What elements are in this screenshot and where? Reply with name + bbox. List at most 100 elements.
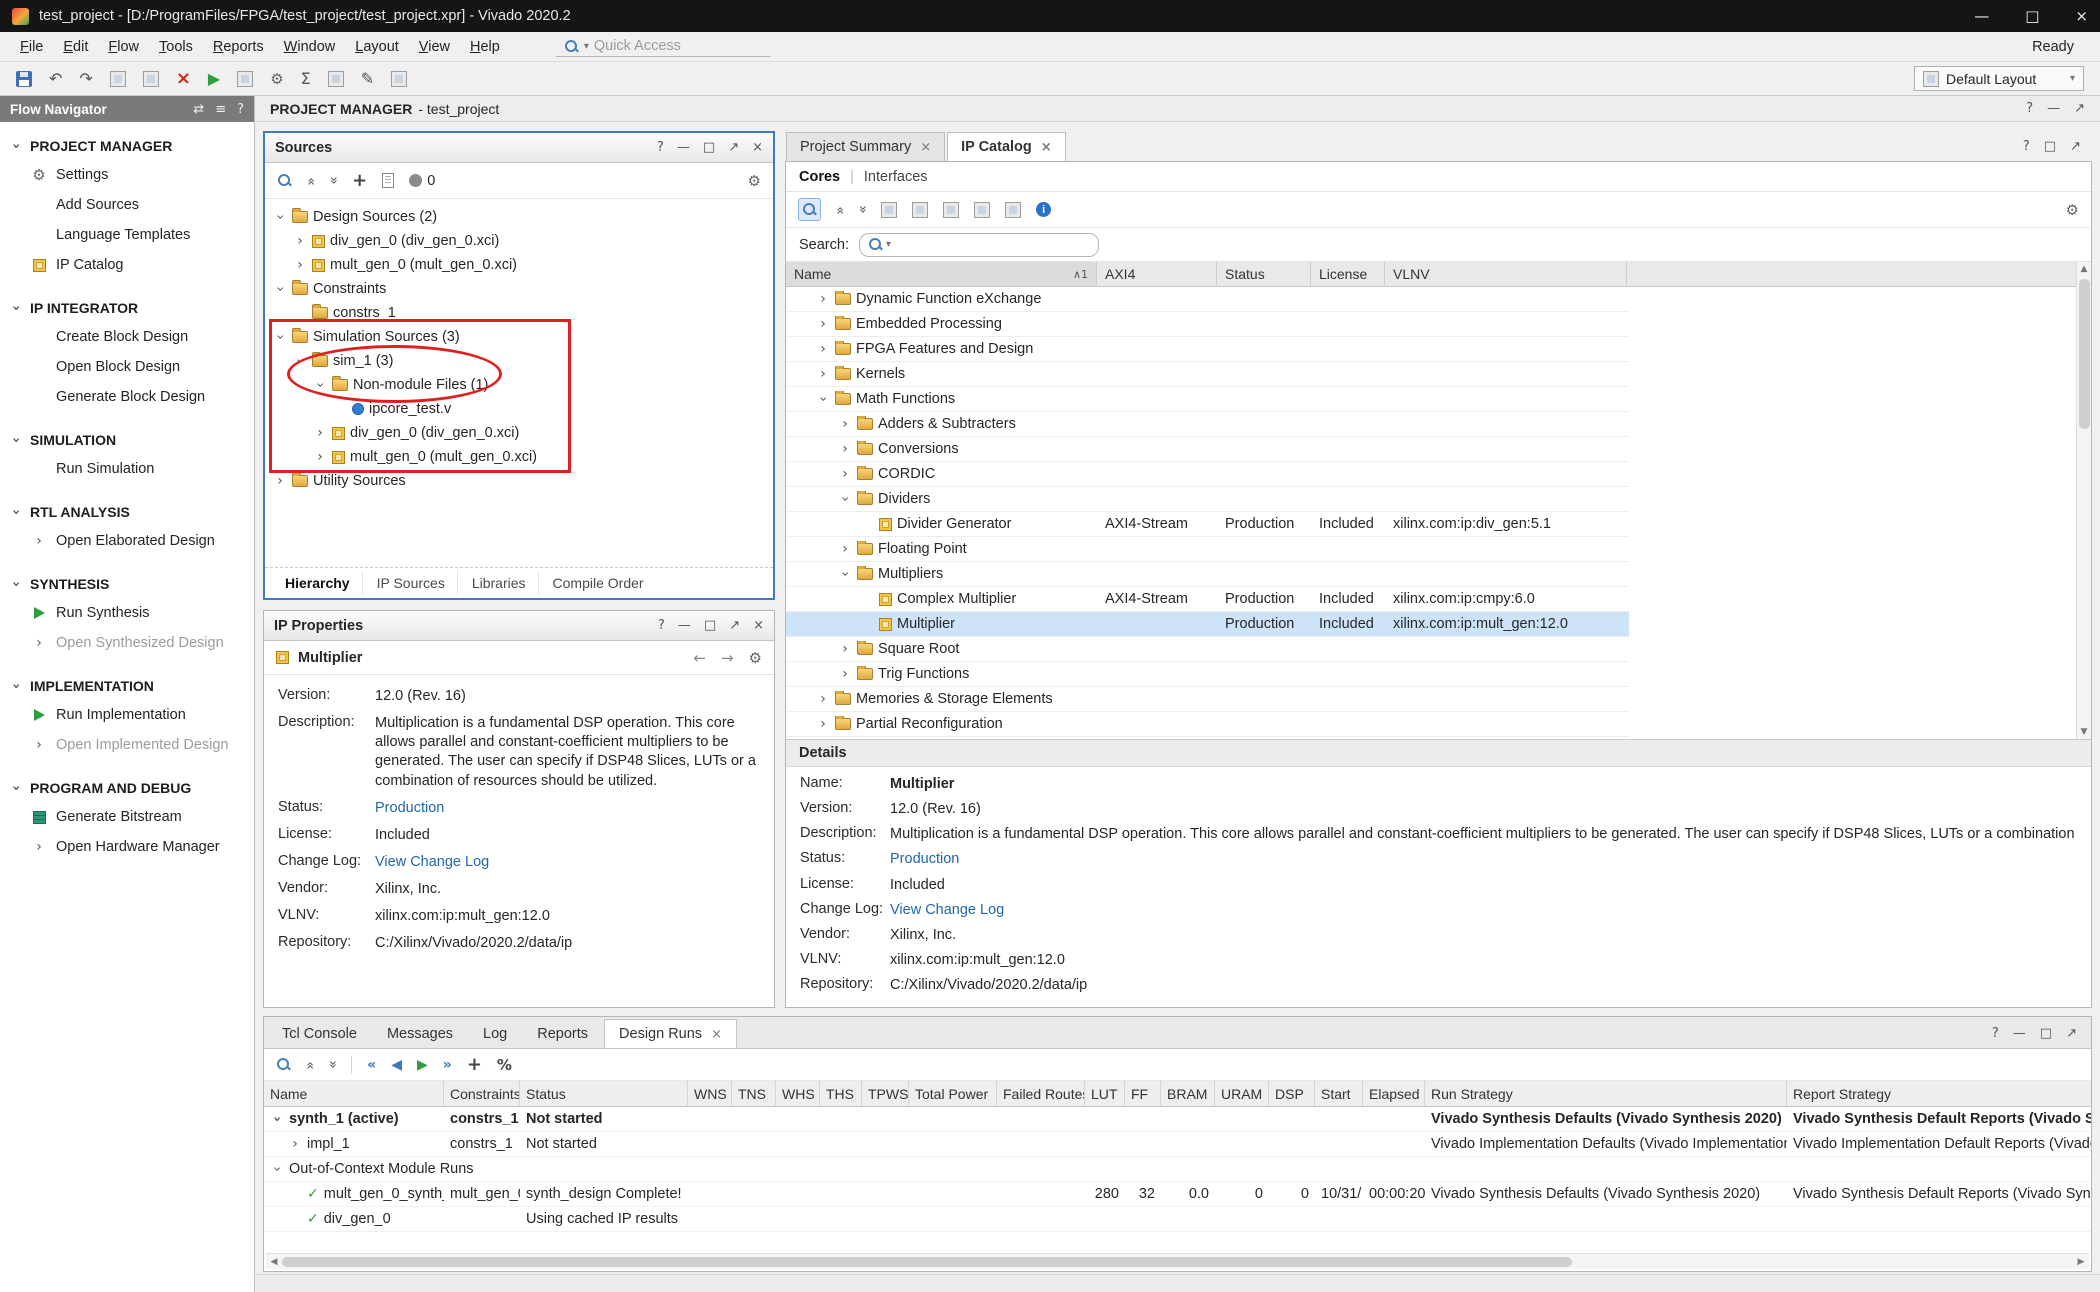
fn-section-header-synthesis[interactable]: ›SYNTHESIS	[0, 569, 254, 598]
expand-toggle-icon[interactable]: ›	[272, 330, 288, 344]
collapse-all-icon[interactable]: «	[302, 1061, 318, 1069]
tab-ip-catalog[interactable]: IP Catalog×	[947, 132, 1066, 161]
fn-item-create-block-design[interactable]: Create Block Design	[0, 322, 254, 352]
fn-section-header-ip-integrator[interactable]: ›IP INTEGRATOR	[0, 293, 254, 322]
minimize-icon[interactable]: —	[677, 140, 690, 155]
tab-libraries[interactable]: Libraries	[460, 571, 539, 595]
maximize-icon[interactable]: □	[2040, 1026, 2052, 1041]
expand-toggle-icon[interactable]: ›	[292, 354, 308, 368]
scroll-up-icon[interactable]: ▲	[2081, 262, 2088, 276]
expand-toggle-icon[interactable]: ›	[8, 301, 24, 315]
fn-item-run-simulation[interactable]: Run Simulation	[0, 454, 254, 484]
column-header-total-power[interactable]: Total Power	[909, 1081, 997, 1106]
minimize-button[interactable]: —	[1974, 7, 1989, 25]
expand-toggle-icon[interactable]: ›	[816, 716, 830, 732]
tree-node-design-sources-2[interactable]: ›Design Sources (2)	[265, 205, 773, 229]
expand-toggle-icon[interactable]: ›	[32, 635, 46, 651]
expand-toggle-icon[interactable]: ›	[837, 567, 853, 581]
minimize-icon[interactable]: —	[2013, 1026, 2026, 1041]
tree-node-div-gen-0-div-gen-0-xci[interactable]: ›div_gen_0 (div_gen_0.xci)	[265, 229, 773, 253]
edit-icon[interactable]: ✎	[361, 69, 374, 88]
expand-all-icon[interactable]: «	[325, 177, 341, 185]
menu-reports[interactable]: Reports	[203, 36, 274, 58]
tab-messages[interactable]: Messages	[373, 1019, 467, 1048]
maximize-button[interactable]: □	[2025, 7, 2039, 25]
fn-item-run-synthesis[interactable]: Run Synthesis	[0, 598, 254, 628]
menu-view[interactable]: View	[409, 36, 460, 58]
expand-toggle-icon[interactable]: ›	[272, 210, 288, 224]
fn-item-open-synthesized-design[interactable]: ›Open Synthesized Design	[0, 628, 254, 658]
run-row-div-gen-0[interactable]: ✓div_gen_0Using cached IP results	[264, 1207, 2091, 1232]
tab-ip-sources[interactable]: IP Sources	[365, 571, 458, 595]
column-header-ff[interactable]: FF	[1125, 1081, 1161, 1106]
expand-toggle-icon[interactable]: ›	[816, 316, 830, 332]
menu-tools[interactable]: Tools	[149, 36, 203, 58]
close-button[interactable]: ×	[2075, 7, 2088, 25]
gear-icon[interactable]: ⚙	[748, 172, 761, 190]
gear-icon[interactable]: ⚙	[749, 649, 762, 667]
tab-tcl-console[interactable]: Tcl Console	[268, 1019, 371, 1048]
maximize-icon[interactable]: □	[703, 140, 715, 155]
column-header-name[interactable]: Name	[264, 1081, 444, 1106]
expand-toggle-icon[interactable]: ›	[8, 781, 24, 795]
percentage-icon[interactable]: %	[497, 1056, 512, 1074]
fn-item-settings[interactable]: ⚙Settings	[0, 160, 254, 190]
float-icon[interactable]: ↗	[2066, 1026, 2077, 1041]
expand-toggle-icon[interactable]: ›	[838, 666, 852, 682]
catalog-row-multiplier[interactable]: MultiplierProductionIncludedxilinx.com:i…	[786, 612, 1629, 637]
expand-toggle-icon[interactable]: ›	[816, 691, 830, 707]
search-toggle-button[interactable]	[798, 198, 821, 221]
catalog-row-multipliers[interactable]: ›Multipliers	[786, 562, 1629, 587]
column-header-bram[interactable]: BRAM	[1161, 1081, 1215, 1106]
expand-toggle-icon[interactable]: ›	[32, 839, 46, 855]
repository-icon[interactable]	[974, 202, 990, 218]
customize-icon[interactable]	[943, 202, 959, 218]
run-row-mult-gen-0-synth-1[interactable]: ✓mult_gen_0_synth_1mult_gen_0synth_desig…	[264, 1182, 2091, 1207]
minimize-icon[interactable]: —	[678, 618, 691, 633]
catalog-row-adders-subtracters[interactable]: ›Adders & Subtracters	[786, 412, 1629, 437]
forward-icon[interactable]: →	[721, 649, 734, 667]
save-icon[interactable]	[16, 71, 32, 87]
expand-toggle-icon[interactable]: ›	[312, 378, 328, 392]
column-header-start[interactable]: Start	[1315, 1081, 1363, 1106]
layout-selector[interactable]: Default Layout ▾	[1914, 66, 2084, 91]
go-to-end-icon[interactable]: »	[443, 1057, 452, 1073]
catalog-vertical-scrollbar[interactable]: ▲ ▼	[2076, 262, 2091, 739]
expand-toggle-icon[interactable]: ›	[816, 291, 830, 307]
tree-node-ipcore-test-v[interactable]: ipcore_test.v	[265, 397, 773, 421]
catalog-row-dividers[interactable]: ›Dividers	[786, 487, 1629, 512]
collapse-all-icon[interactable]: «	[303, 177, 319, 185]
tab-log[interactable]: Log	[469, 1019, 521, 1048]
undo-icon[interactable]: ↶	[49, 69, 62, 88]
tree-node-simulation-sources-3[interactable]: ›Simulation Sources (3)	[265, 325, 773, 349]
collapse-all-icon[interactable]: «	[832, 206, 848, 214]
scrollbar-thumb[interactable]	[2079, 279, 2090, 429]
close-icon[interactable]: ×	[753, 618, 764, 633]
maximize-icon[interactable]: □	[704, 618, 716, 633]
fn-item-open-implemented-design[interactable]: ›Open Implemented Design	[0, 730, 254, 760]
close-icon[interactable]: ×	[1041, 140, 1052, 155]
go-to-start-icon[interactable]: «	[367, 1057, 376, 1073]
copy-icon[interactable]	[110, 71, 126, 87]
fn-item-language-templates[interactable]: Language Templates	[0, 220, 254, 250]
column-header-status[interactable]: Status	[520, 1081, 688, 1106]
close-icon[interactable]: ×	[752, 140, 763, 155]
expand-toggle-icon[interactable]: ›	[838, 541, 852, 557]
column-header-tpws[interactable]: TPWS	[862, 1081, 909, 1106]
tab-project-summary[interactable]: Project Summary×	[786, 132, 945, 161]
catalog-row-cordic[interactable]: ›CORDIC	[786, 462, 1629, 487]
report-icon[interactable]	[143, 71, 159, 87]
catalog-row-partial-reconfiguration[interactable]: ›Partial Reconfiguration	[786, 712, 1629, 737]
help-icon[interactable]: ?	[657, 140, 664, 155]
column-header-report-strategy[interactable]: Report Strategy	[1787, 1081, 2091, 1106]
tab-compile-order[interactable]: Compile Order	[541, 571, 656, 595]
tree-node-non-module-files-1[interactable]: ›Non-module Files (1)	[265, 373, 773, 397]
run-row-synth-1-active[interactable]: ›synth_1 (active)constrs_1Not startedViv…	[264, 1107, 2091, 1132]
column-header-failed-routes[interactable]: Failed Routes	[997, 1081, 1085, 1106]
gear-icon[interactable]: ⚙	[270, 70, 283, 88]
expand-toggle-icon[interactable]: ›	[293, 233, 307, 249]
column-header-run-strategy[interactable]: Run Strategy	[1425, 1081, 1787, 1106]
grid-icon[interactable]	[328, 71, 344, 87]
fn-item-open-block-design[interactable]: Open Block Design	[0, 352, 254, 382]
menu-icon[interactable]: ≡	[215, 102, 226, 117]
